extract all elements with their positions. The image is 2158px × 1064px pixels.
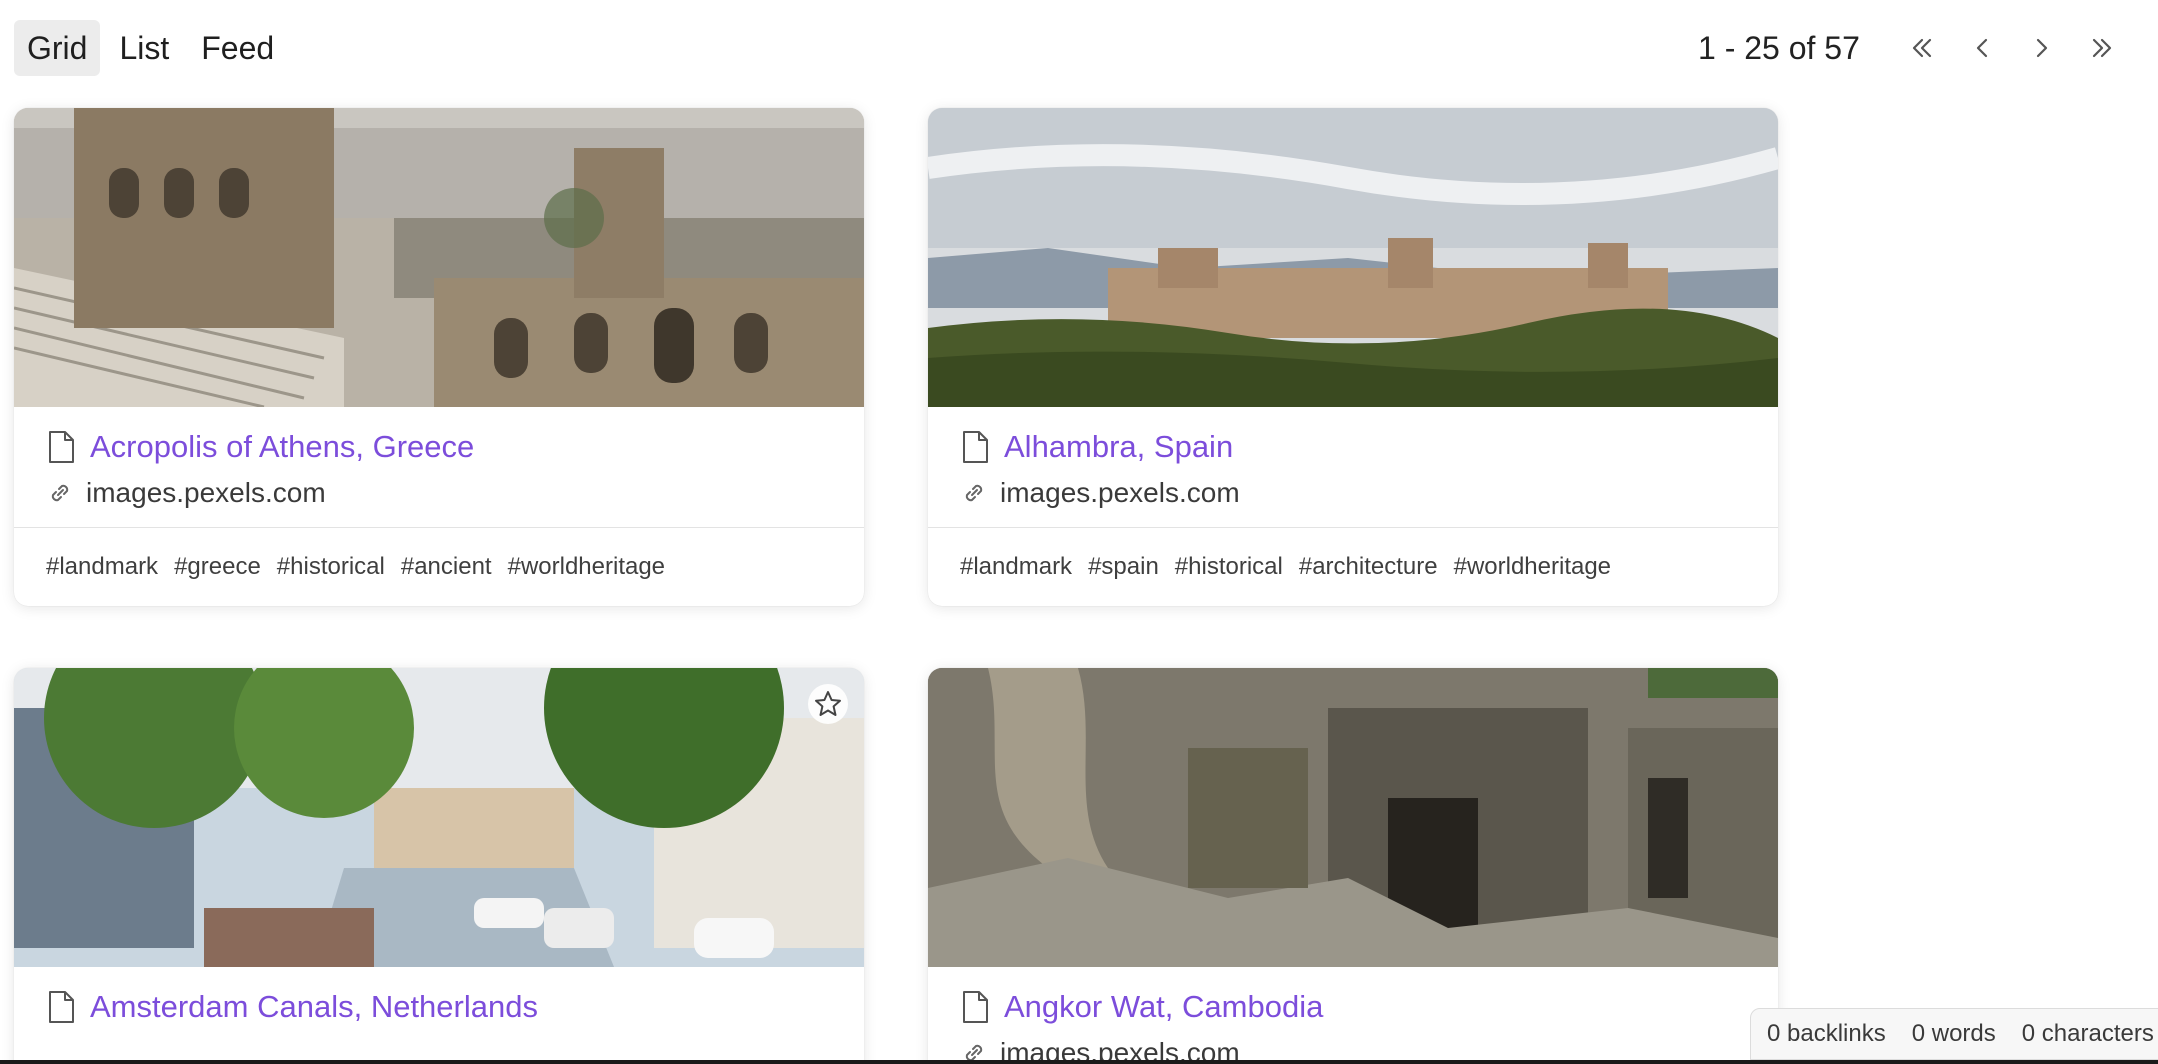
fortress-image [928, 108, 1778, 407]
backlinks-count[interactable]: 0 backlinks [1767, 1020, 1886, 1048]
card-title[interactable]: Acropolis of Athens, Greece [90, 429, 474, 465]
card-angkor-wat[interactable]: Angkor Wat, Cambodia images.pexels.com [928, 668, 1778, 1064]
card-title[interactable]: Amsterdam Canals, Netherlands [90, 989, 538, 1025]
document-icon [960, 990, 990, 1024]
tag[interactable]: #historical [1175, 553, 1283, 581]
favorite-button[interactable] [808, 684, 848, 724]
tag[interactable]: #landmark [960, 553, 1072, 581]
tag[interactable]: #greece [174, 553, 261, 581]
ruins-image [14, 108, 864, 407]
last-page-icon [2092, 38, 2112, 58]
temple-image [928, 668, 1778, 967]
toolbar: Grid List Feed 1 - 25 of 57 [0, 0, 2158, 100]
window-bottom-edge [0, 1060, 2158, 1064]
prev-page-icon [1976, 38, 1988, 58]
view-switcher: Grid List Feed [14, 20, 287, 76]
card-amsterdam[interactable]: Amsterdam Canals, Netherlands [14, 668, 864, 1064]
word-count: 0 words [1911, 1020, 1996, 1047]
tag[interactable]: #worldheritage [508, 553, 665, 581]
document-icon [960, 430, 990, 464]
card-image[interactable] [14, 668, 864, 967]
status-bar: 0 backlinks 0 words 0 characters [1750, 1008, 2158, 1060]
document-icon [46, 990, 76, 1024]
document-icon [46, 430, 76, 464]
first-page-icon [1912, 38, 1932, 58]
tag[interactable]: #architecture [1299, 553, 1438, 581]
link-icon [960, 479, 988, 507]
link-icon [46, 479, 74, 507]
tag[interactable]: #worldheritage [1454, 553, 1611, 581]
star-icon [815, 691, 841, 716]
tag[interactable]: #spain [1088, 553, 1159, 581]
tab-grid[interactable]: Grid [14, 20, 101, 76]
next-page-button[interactable] [2016, 26, 2068, 70]
card-image[interactable] [14, 108, 864, 407]
tab-feed[interactable]: Feed [188, 20, 287, 76]
card-domain[interactable]: images.pexels.com [86, 477, 326, 509]
card-image[interactable] [928, 108, 1778, 407]
canal-image [14, 668, 864, 967]
card-tags: #landmark #greece #historical #ancient #… [14, 527, 864, 606]
first-page-button[interactable] [1896, 26, 1948, 70]
card-image[interactable] [928, 668, 1778, 967]
card-domain[interactable]: images.pexels.com [1000, 477, 1240, 509]
card-tags: #landmark #spain #historical #architectu… [928, 527, 1778, 606]
card-title[interactable]: Angkor Wat, Cambodia [1004, 989, 1323, 1025]
tag[interactable]: #landmark [46, 553, 158, 581]
tag[interactable]: #ancient [401, 553, 492, 581]
tag[interactable]: #historical [277, 553, 385, 581]
card-title[interactable]: Alhambra, Spain [1004, 429, 1233, 465]
card-acropolis[interactable]: Acropolis of Athens, Greece images.pexel… [14, 108, 864, 606]
prev-page-button[interactable] [1956, 26, 2008, 70]
last-page-button[interactable] [2076, 26, 2128, 70]
pagination-controls [1896, 26, 2128, 70]
pagination-range: 1 - 25 of 57 [1698, 30, 1860, 66]
next-page-icon [2036, 38, 2048, 58]
character-count: 0 characters [2021, 1020, 2154, 1047]
card-alhambra[interactable]: Alhambra, Spain images.pexels.com #landm… [928, 108, 1778, 606]
tab-list[interactable]: List [106, 20, 182, 76]
